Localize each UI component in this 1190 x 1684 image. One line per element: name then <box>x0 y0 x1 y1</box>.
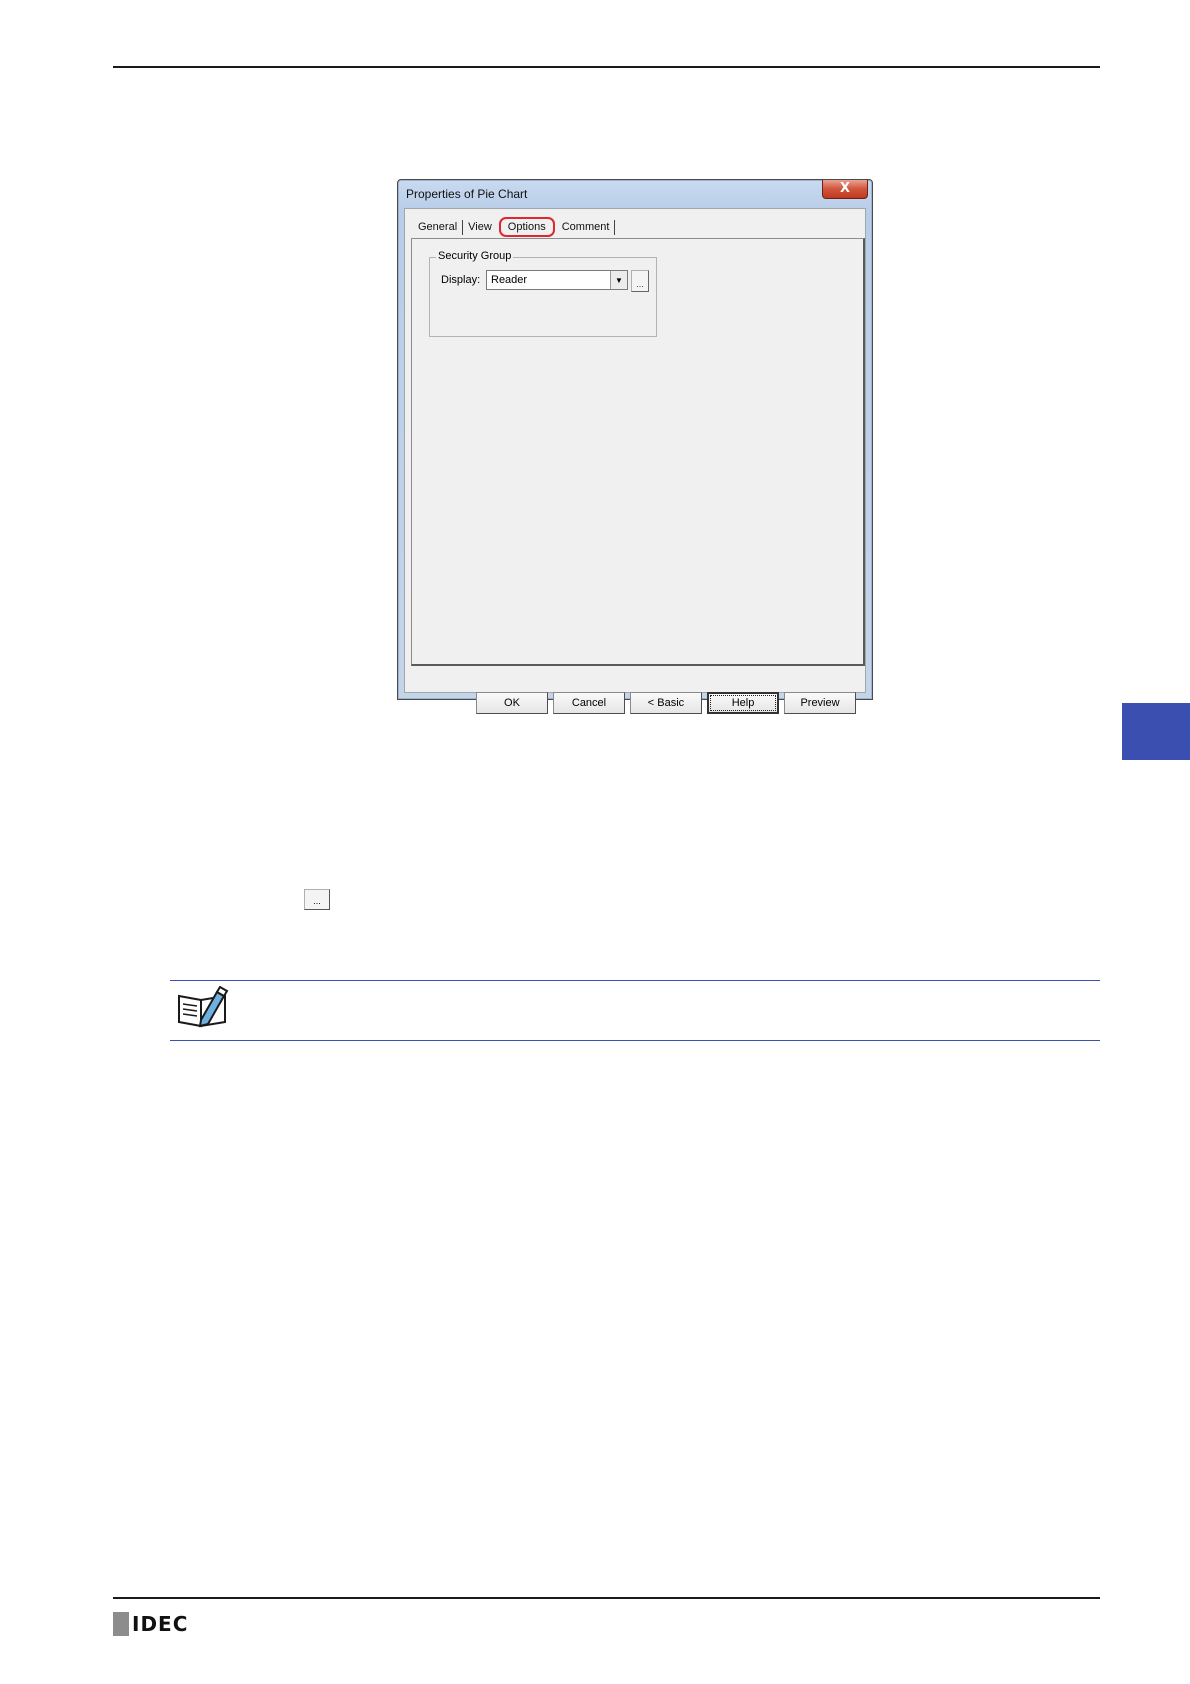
dialog-client-area: General View Options Comment Security Gr… <box>404 208 866 714</box>
inline-browse-button: ... <box>304 889 330 910</box>
properties-dialog: Properties of Pie Chart X General View O… <box>397 179 873 714</box>
display-label: Display: <box>441 274 481 286</box>
note-top-rule <box>170 980 1100 981</box>
options-tab-panel: Security Group Display: Reader ▼ ... <box>411 238 865 666</box>
note-bottom-rule <box>170 1040 1100 1041</box>
dialog-title: Properties of Pie Chart <box>406 187 528 201</box>
basic-button[interactable]: < Basic <box>630 692 702 714</box>
preview-button[interactable]: Preview <box>784 692 856 714</box>
tab-general[interactable]: General <box>414 221 461 233</box>
cancel-button[interactable]: Cancel <box>553 692 625 714</box>
tab-strip: General View Options Comment <box>414 215 616 239</box>
tab-divider <box>462 219 464 235</box>
ok-button[interactable]: OK <box>476 692 548 714</box>
dialog-titlebar: Properties of Pie Chart X <box>398 180 872 208</box>
note-book-pencil-icon <box>178 986 229 1028</box>
chevron-down-icon[interactable]: ▼ <box>610 271 627 289</box>
close-button[interactable]: X <box>822 180 868 199</box>
close-icon: X <box>839 181 851 196</box>
help-button[interactable]: Help <box>707 692 779 714</box>
display-dropdown[interactable]: Reader ▼ <box>486 270 628 290</box>
logo-bar <box>113 1612 129 1636</box>
tab-comment[interactable]: Comment <box>558 221 614 233</box>
tab-view[interactable]: View <box>464 221 496 233</box>
tab-divider <box>614 219 616 235</box>
chapter-side-tab <box>1122 703 1190 760</box>
security-group-legend: Security Group <box>436 250 514 262</box>
tab-options[interactable]: Options <box>498 217 555 237</box>
security-browse-button[interactable]: ... <box>631 270 649 292</box>
logo-text: IDEC <box>132 1612 189 1636</box>
footer-rule <box>113 1597 1100 1599</box>
display-dropdown-value: Reader <box>491 274 528 286</box>
header-rule <box>113 66 1100 68</box>
idec-logo: IDEC <box>113 1612 188 1636</box>
security-group-box: Security Group Display: Reader ▼ ... <box>429 250 657 337</box>
